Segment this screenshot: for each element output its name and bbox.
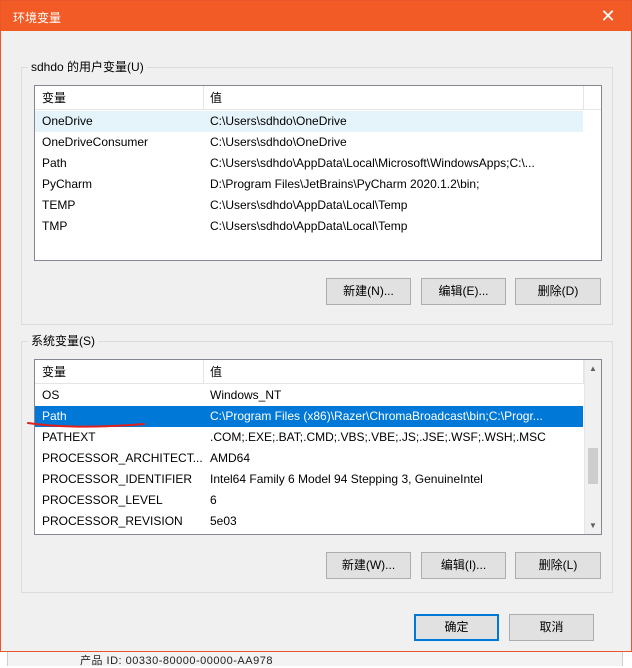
variable-value: Windows_NT <box>210 388 282 402</box>
user-delete-button[interactable]: 删除(D) <box>515 278 601 305</box>
table-row[interactable]: PROCESSOR_ARCHITECT... AMD64 <box>35 448 583 469</box>
variable-value: D:\Program Files\JetBrains\PyCharm 2020.… <box>210 177 480 191</box>
column-header-variable[interactable]: 变量 <box>35 86 203 110</box>
variable-value: AMD64 <box>210 451 251 465</box>
scroll-up-icon[interactable]: ▲ <box>585 360 601 377</box>
variable-name: OS <box>42 388 60 402</box>
system-edit-button[interactable]: 编辑(I)... <box>421 552 506 579</box>
system-delete-button[interactable]: 删除(L) <box>515 552 601 579</box>
table-row[interactable]: PROCESSOR_REVISION 5e03 <box>35 511 583 532</box>
system-new-button[interactable]: 新建(W)... <box>326 552 411 579</box>
variable-value: C:\Program Files (x86)\Razer\ChromaBroad… <box>210 409 543 423</box>
cancel-button[interactable]: 取消 <box>509 614 594 641</box>
column-header-variable[interactable]: 变量 <box>35 360 203 384</box>
system-list-scrollbar[interactable]: ▲ ▼ <box>584 360 601 534</box>
variable-value: .COM;.EXE;.BAT;.CMD;.VBS;.VBE;.JS;.JSE;.… <box>210 430 546 444</box>
variable-value: C:\Users\sdhdo\AppData\Local\Microsoft\W… <box>210 156 535 170</box>
variable-name: Path <box>42 156 67 170</box>
column-divider[interactable] <box>583 86 584 110</box>
variable-name: PROCESSOR_REVISION <box>42 514 183 528</box>
variable-name: PyCharm <box>42 177 93 191</box>
dialog-title: 环境变量 <box>13 11 62 25</box>
table-row[interactable]: OneDrive C:\Users\sdhdo\OneDrive <box>35 111 583 132</box>
table-row[interactable]: PROCESSOR_LEVEL 6 <box>35 490 583 511</box>
variable-value: C:\Users\sdhdo\OneDrive <box>210 135 347 149</box>
ok-button[interactable]: 确定 <box>414 614 499 641</box>
table-row[interactable]: PyCharm D:\Program Files\JetBrains\PyCha… <box>35 174 583 195</box>
red-underline-annotation <box>27 422 145 428</box>
variable-name: TMP <box>42 219 68 233</box>
variable-name: PROCESSOR_ARCHITECT... <box>42 451 203 465</box>
column-header-value[interactable]: 值 <box>203 360 583 384</box>
table-row[interactable]: TEMP C:\Users\sdhdo\AppData\Local\Temp <box>35 195 583 216</box>
system-variables-label: 系统变量(S) <box>28 334 98 348</box>
environment-variables-dialog: 环境变量 ✕ sdhdo 的用户变量(U) 变量 值 OneDrive C:\U… <box>0 0 632 652</box>
system-variables-group: 系统变量(S) 变量 值 OS Windows_NT Path C:\Progr… <box>21 334 613 593</box>
user-edit-button[interactable]: 编辑(E)... <box>421 278 506 305</box>
scrollbar-thumb[interactable] <box>588 448 598 484</box>
close-icon: ✕ <box>600 6 616 26</box>
table-row[interactable]: OS Windows_NT <box>35 385 583 406</box>
variable-name: PROCESSOR_IDENTIFIER <box>42 472 193 486</box>
close-button[interactable]: ✕ <box>585 1 631 31</box>
user-variables-group: sdhdo 的用户变量(U) 变量 值 OneDrive C:\Users\sd… <box>21 60 613 325</box>
table-row[interactable]: OneDriveConsumer C:\Users\sdhdo\OneDrive <box>35 132 583 153</box>
variable-name: PROCESSOR_LEVEL <box>42 493 163 507</box>
table-row[interactable]: PROCESSOR_IDENTIFIER Intel64 Family 6 Mo… <box>35 469 583 490</box>
table-row[interactable]: Path C:\Users\sdhdo\AppData\Local\Micros… <box>35 153 583 174</box>
variable-value: C:\Users\sdhdo\AppData\Local\Temp <box>210 198 408 212</box>
column-header-value[interactable]: 值 <box>203 86 583 110</box>
variable-value: Intel64 Family 6 Model 94 Stepping 3, Ge… <box>210 472 483 486</box>
user-variables-label: sdhdo 的用户变量(U) <box>28 60 147 74</box>
variable-value: C:\Users\sdhdo\AppData\Local\Temp <box>210 219 408 233</box>
user-variables-list[interactable]: 变量 值 OneDrive C:\Users\sdhdo\OneDrive On… <box>34 85 602 261</box>
variable-value: 5e03 <box>210 514 237 528</box>
variable-name: TEMP <box>42 198 76 212</box>
list-header: 变量 值 <box>35 360 601 384</box>
variable-name: OneDriveConsumer <box>42 135 149 149</box>
variable-name: OneDrive <box>42 114 93 128</box>
variable-value: C:\Users\sdhdo\OneDrive <box>210 114 347 128</box>
title-bar[interactable]: 环境变量 ✕ <box>1 1 631 31</box>
user-new-button[interactable]: 新建(N)... <box>326 278 411 305</box>
variable-value: 6 <box>210 493 217 507</box>
table-row[interactable]: TMP C:\Users\sdhdo\AppData\Local\Temp <box>35 216 583 237</box>
list-header: 变量 值 <box>35 86 601 110</box>
scroll-down-icon[interactable]: ▼ <box>585 517 601 534</box>
system-variables-list[interactable]: 变量 值 OS Windows_NT Path C:\Program Files… <box>34 359 602 535</box>
